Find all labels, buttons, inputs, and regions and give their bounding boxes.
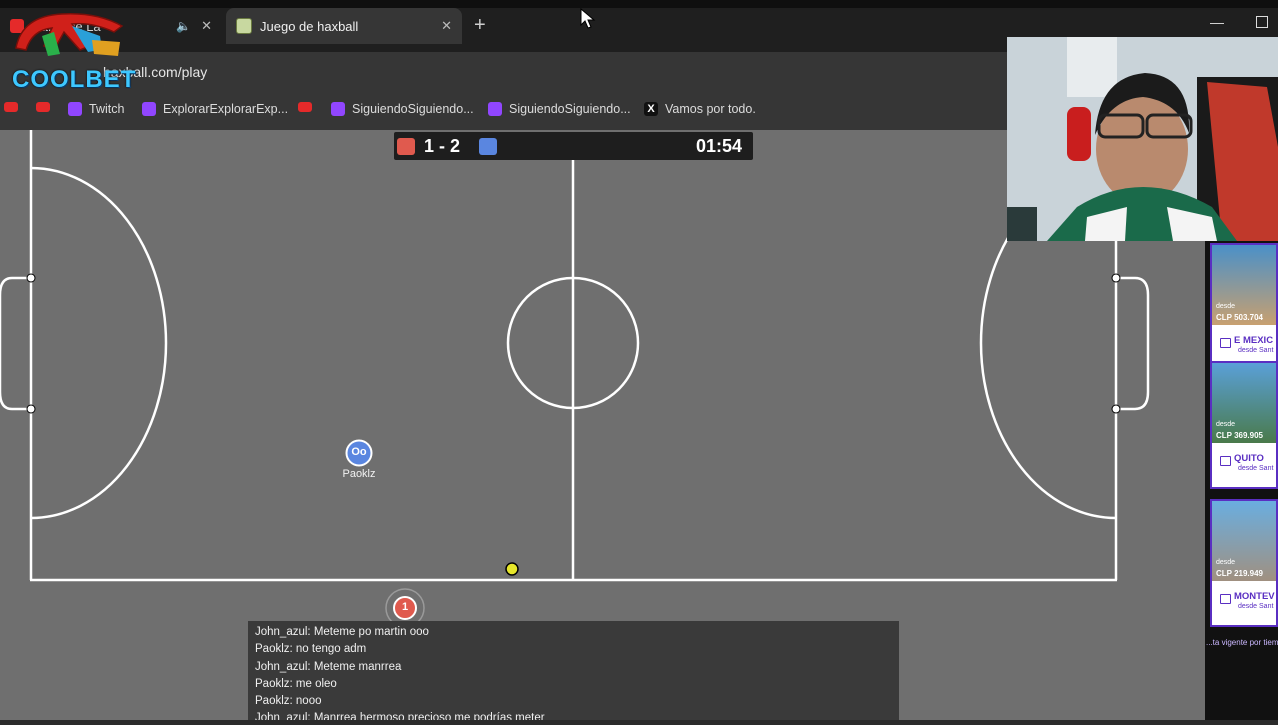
x-logo-icon: X (644, 102, 658, 116)
player-initials: Oo (351, 446, 367, 458)
bookmark-twitch[interactable]: Twitch (68, 102, 124, 116)
chat-message: Paoklz: me oleo (255, 678, 337, 690)
maximize-icon[interactable] (1256, 16, 1268, 28)
bookmark-x[interactable]: X Vamos por todo. (644, 102, 756, 116)
window-top-strip (0, 0, 1278, 8)
chat-message: John_azul: Manrrea hermoso precioso me p… (255, 712, 545, 720)
bookmark-youtube-icon[interactable] (36, 102, 50, 112)
bookmark-siguiendo-1[interactable]: SiguiendoSiguiendo... (331, 102, 474, 116)
suitcase-icon (1220, 594, 1231, 604)
match-timer: 01:54 (696, 136, 743, 156)
suitcase-icon (1220, 456, 1231, 466)
chat-message: John_azul: Meteme manrrea (255, 661, 402, 673)
chat-message: John_azul: Meteme po martin ooo (255, 626, 429, 638)
close-tab-icon[interactable]: ✕ (201, 18, 212, 34)
tab-title: Juego de haxball (260, 18, 359, 34)
twitch-icon (68, 102, 82, 116)
travel-ad-card[interactable]: desde CLP 369.905 QUITO desde Sant (1210, 361, 1278, 489)
travel-ad-card[interactable]: desde CLP 503.704 E MEXIC desde Sant (1210, 243, 1278, 371)
bookmark-youtube-icon[interactable] (4, 102, 18, 112)
webcam-feed (1007, 37, 1278, 241)
close-tab-icon[interactable]: ✕ (441, 18, 452, 34)
travel-ad-card[interactable]: desde CLP 219.949 MONTEV desde Sant (1210, 499, 1278, 627)
twitch-icon (331, 102, 345, 116)
own-player-number: 1 (401, 601, 409, 613)
ball (505, 562, 519, 576)
bookmark-siguiendo-2[interactable]: SiguiendoSiguiendo... (488, 102, 631, 116)
minimize-icon[interactable]: — (1210, 14, 1224, 30)
mouse-cursor-icon (580, 8, 596, 29)
bookmark-explorar[interactable]: ExplorarExplorarExp... (142, 102, 288, 116)
bookmark-youtube-icon[interactable] (298, 102, 312, 112)
streamer-camera-image (1007, 37, 1278, 241)
speaker-icon[interactable]: 🔈 (176, 19, 191, 33)
chat-log[interactable]: John_azul: Meteme po martin ooo Paoklz: … (248, 621, 899, 720)
tab-haxball[interactable]: Juego de haxball ✕ (226, 8, 462, 44)
suitcase-icon (1220, 338, 1231, 348)
ad-footer-text: ...ta vigente por tiempo (1206, 638, 1278, 647)
player-name-label: Paoklz (342, 468, 376, 480)
new-tab-plus-icon[interactable]: + (474, 14, 486, 37)
score: 1 - 2 (424, 136, 461, 156)
chat-message: Paoklz: no tengo adm (255, 643, 367, 655)
twitch-icon (142, 102, 156, 116)
twitch-icon (488, 102, 502, 116)
coolbet-logo-text: COOLBET (12, 66, 137, 93)
red-team-icon (397, 138, 415, 155)
blue-team-icon (479, 138, 497, 155)
chat-message: Paoklz: nooo (255, 695, 322, 707)
haxball-favicon-icon (236, 18, 252, 34)
